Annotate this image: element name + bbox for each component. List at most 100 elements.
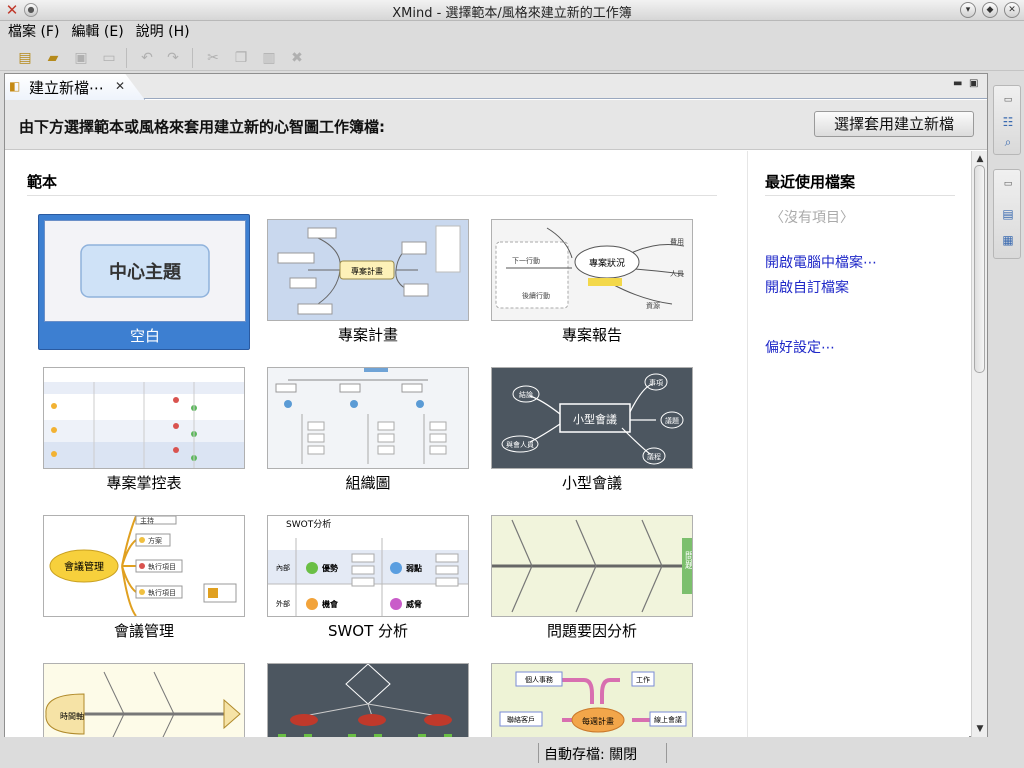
properties-icon[interactable]: ▤ bbox=[1000, 206, 1016, 222]
autosave-status: 自動存檔: 關閉 bbox=[544, 747, 638, 763]
content-panel: 範本 中心主題 空白 專案計畫 專案計畫 專案狀況 下一行動 費用 人員 資源 … bbox=[5, 151, 969, 737]
create-new-button[interactable]: 選擇套用建立新檔 bbox=[814, 111, 974, 137]
template-thumb bbox=[267, 663, 469, 737]
restore-icon-2[interactable]: ▭ bbox=[1000, 176, 1016, 192]
menu-file[interactable]: 檔案 (F) bbox=[0, 21, 63, 41]
header-panel: 由下方選擇範本或風格來套用建立新的心智圖工作簿檔: 選擇套用建立新檔 bbox=[5, 100, 987, 150]
print-icon[interactable]: ▭ bbox=[100, 49, 118, 67]
thumb-weekly: 每週計畫 bbox=[582, 716, 614, 726]
menu-bar: 檔案 (F) 編輯 (E) 說明 (H) bbox=[0, 21, 1024, 43]
copy-icon[interactable]: ❐ bbox=[232, 49, 250, 67]
restore-icon[interactable]: ▭ bbox=[1000, 92, 1016, 108]
svg-text:議題: 議題 bbox=[665, 416, 679, 425]
svg-text:執行項目: 執行項目 bbox=[148, 562, 176, 571]
svg-text:下一行動: 下一行動 bbox=[512, 256, 540, 265]
svg-text:事項: 事項 bbox=[649, 378, 663, 387]
template-label: 空白 bbox=[129, 327, 160, 345]
template-cause-effect[interactable]: 問題 問題要因分析 bbox=[486, 510, 698, 646]
template-timeline[interactable]: 時間軸 bbox=[38, 658, 250, 737]
template-thumb: 每週計畫 個人事務 工作 聯絡客戶 線上會議 bbox=[491, 663, 693, 737]
svg-text:與會人員: 與會人員 bbox=[506, 440, 534, 449]
svg-text:資源: 資源 bbox=[646, 301, 660, 310]
thumb-central-topic: 中心主題 bbox=[109, 261, 182, 283]
template-dark-map[interactable] bbox=[262, 658, 474, 737]
template-label: 會議管理 bbox=[113, 622, 174, 640]
delete-icon[interactable]: ✖ bbox=[288, 49, 306, 67]
template-thumb: 中心主題 bbox=[44, 220, 246, 322]
scroll-down-icon[interactable]: ▼ bbox=[974, 723, 986, 735]
outline-icon[interactable]: ☷ bbox=[1000, 114, 1016, 130]
template-weekly-plan[interactable]: 每週計畫 個人事務 工作 聯絡客戶 線上會議 bbox=[486, 658, 698, 737]
svg-text:弱點: 弱點 bbox=[406, 563, 422, 573]
template-label: 專案掌控表 bbox=[106, 474, 182, 492]
recent-panel: 最近使用檔案 〈沒有項目〉 開啟電腦中檔案⋯ 開啟自訂檔案 偏好設定⋯ bbox=[747, 151, 969, 737]
template-blank[interactable]: 中心主題 空白 bbox=[38, 214, 250, 350]
menu-help[interactable]: 說明 (H) bbox=[128, 21, 194, 41]
template-thumb: 專案計畫 bbox=[267, 219, 469, 321]
svg-text:個人事務: 個人事務 bbox=[525, 675, 553, 684]
maximize-view-icon[interactable]: ▣ bbox=[969, 78, 978, 89]
template-thumb: 專案狀況 下一行動 費用 人員 資源 後續行動 bbox=[491, 219, 693, 321]
thumb-problem: 問題 bbox=[683, 551, 692, 570]
status-bar: 自動存檔: 關閉 bbox=[0, 740, 1024, 768]
template-thumb: 時間軸 bbox=[43, 663, 245, 737]
cut-icon[interactable]: ✂ bbox=[204, 49, 222, 67]
template-thumb: SWOT分析 內部 外部 優勢 弱點 機會 威脅 bbox=[267, 515, 469, 617]
open-folder-icon[interactable]: ▰ bbox=[44, 49, 62, 67]
scroll-thumb[interactable] bbox=[974, 165, 985, 373]
recent-none: 〈沒有項目〉 bbox=[770, 210, 854, 226]
open-custom-file-link[interactable]: 開啟自訂檔案 bbox=[765, 277, 849, 297]
undo-icon[interactable]: ↶ bbox=[138, 49, 156, 67]
tab-close-icon[interactable]: ✕ bbox=[115, 79, 125, 93]
zoom-icon[interactable]: ⌕ bbox=[1000, 134, 1016, 150]
templates-title: 範本 bbox=[27, 173, 58, 191]
template-meeting-management[interactable]: 會議管理 主持 方案 執行項目 執行項目 會議管理 bbox=[38, 510, 250, 646]
menu-edit[interactable]: 編輯 (E) bbox=[63, 21, 127, 41]
view-strip: ▭ ☷ ⌕ ▭ ▤ ▦ bbox=[991, 73, 1024, 263]
toolbar: ▤ ▰ ▣ ▭ ↶ ↷ ✂ ❐ ▥ ✖ bbox=[0, 43, 1024, 71]
minimize-button[interactable]: ▾ bbox=[960, 2, 976, 18]
close-button[interactable]: ✕ bbox=[1004, 2, 1020, 18]
overview-icon[interactable]: ▦ bbox=[1000, 232, 1016, 248]
svg-text:線上會議: 線上會議 bbox=[654, 715, 682, 724]
tab-label: 建立新檔⋯ bbox=[29, 79, 105, 97]
svg-text:執行項目: 執行項目 bbox=[148, 588, 176, 597]
template-thumb bbox=[43, 367, 245, 469]
redo-icon[interactable]: ↷ bbox=[164, 49, 182, 67]
svg-text:方案: 方案 bbox=[148, 536, 162, 545]
template-label: 問題要因分析 bbox=[546, 622, 637, 640]
view-box-2: ▭ ▤ ▦ bbox=[993, 169, 1021, 259]
recent-title: 最近使用檔案 bbox=[765, 173, 856, 191]
template-thumb: 會議管理 主持 方案 執行項目 執行項目 bbox=[43, 515, 245, 617]
svg-text:人員: 人員 bbox=[670, 270, 684, 278]
svg-text:主持: 主持 bbox=[140, 516, 154, 525]
paste-icon[interactable]: ▥ bbox=[260, 49, 278, 67]
template-thumb bbox=[267, 367, 469, 469]
new-workbook-icon[interactable]: ▤ bbox=[16, 49, 34, 67]
maximize-button[interactable]: ◆ bbox=[982, 2, 998, 18]
minimize-view-icon[interactable]: ▬ bbox=[953, 78, 962, 89]
svg-text:優勢: 優勢 bbox=[321, 563, 338, 573]
tab-new-file[interactable]: ◧ 建立新檔⋯ ✕ bbox=[5, 74, 145, 100]
template-label: SWOT 分析 bbox=[327, 622, 409, 640]
template-project-report[interactable]: 專案狀況 下一行動 費用 人員 資源 後續行動 專案報告 bbox=[486, 214, 698, 350]
preferences-link[interactable]: 偏好設定⋯ bbox=[765, 337, 835, 357]
template-thumb: 小型會議 結論 事項 議題 議程 與會人員 bbox=[491, 367, 693, 469]
svg-text:內部: 內部 bbox=[276, 563, 290, 572]
svg-text:機會: 機會 bbox=[322, 599, 339, 609]
svg-text:費用: 費用 bbox=[670, 237, 684, 246]
vertical-scrollbar[interactable]: ▲ ▼ bbox=[971, 151, 987, 737]
template-org-chart[interactable]: 組織圖 bbox=[262, 362, 474, 498]
header-description: 由下方選擇範本或風格來套用建立新的心智圖工作簿檔: bbox=[19, 118, 386, 136]
open-local-file-link[interactable]: 開啟電腦中檔案⋯ bbox=[765, 252, 877, 272]
template-project-dashboard[interactable]: 專案掌控表 bbox=[38, 362, 250, 498]
window-title: XMind - 選擇範本/風格來建立新的工作簿 bbox=[392, 6, 632, 21]
save-icon[interactable]: ▣ bbox=[72, 49, 90, 67]
template-project-plan[interactable]: 專案計畫 專案計畫 bbox=[262, 214, 474, 350]
svg-text:威脅: 威脅 bbox=[406, 599, 422, 609]
template-swot[interactable]: SWOT分析 內部 外部 優勢 弱點 機會 威脅 SWOT 分析 bbox=[262, 510, 474, 646]
scroll-up-icon[interactable]: ▲ bbox=[974, 153, 986, 165]
template-small-meeting[interactable]: 小型會議 結論 事項 議題 議程 與會人員 小型會議 bbox=[486, 362, 698, 498]
template-label: 專案報告 bbox=[561, 326, 622, 344]
svg-text:外部: 外部 bbox=[276, 599, 290, 608]
